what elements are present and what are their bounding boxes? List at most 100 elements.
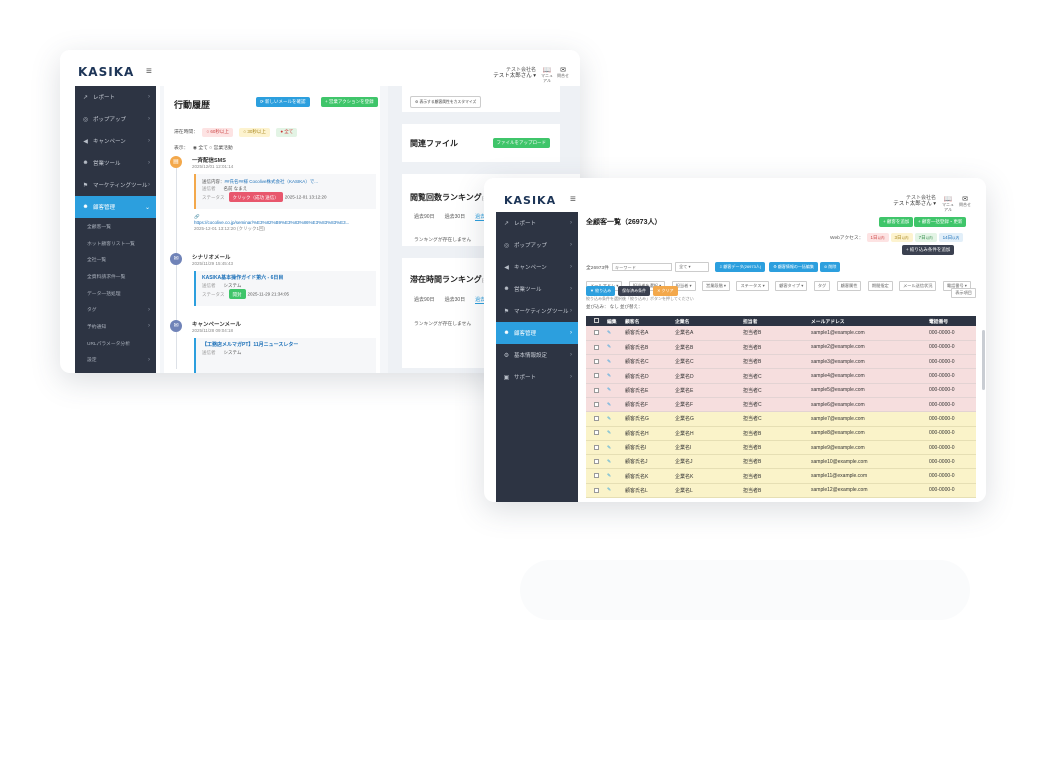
sidebar-sub-hot-list[interactable]: ホット顧客リスト一覧 xyxy=(75,235,156,252)
sidebar-item-popup[interactable]: ◎ ポップアップ › xyxy=(496,234,578,256)
sidebar-item-popup[interactable]: ◎ ポップアップ › xyxy=(75,108,156,130)
sidebar-item-marketing-tools[interactable]: ⚑ マーケティングツール › xyxy=(496,300,578,322)
delete-button[interactable]: ⊘ 削除 xyxy=(819,262,841,272)
add-customer-button[interactable]: + 顧客を追加 xyxy=(879,217,914,227)
user-menu[interactable]: テスト会社名 テスト太郎さん ▾ xyxy=(493,67,536,79)
export-customers-button[interactable]: ⇩ 顧客データ(26973人) xyxy=(714,262,766,272)
row-checkbox[interactable] xyxy=(594,358,599,364)
row-edit-cell[interactable]: ✎ xyxy=(604,354,622,370)
row-select-cell[interactable] xyxy=(586,340,604,356)
row-select-cell[interactable] xyxy=(586,326,604,341)
saved-conditions-button[interactable]: 保存済み条件 xyxy=(618,286,651,296)
mail-title[interactable]: KASIKA基本操作ガイド第六 - 6日目 xyxy=(202,275,370,282)
edit-icon[interactable]: ✎ xyxy=(607,387,611,393)
row-checkbox[interactable] xyxy=(594,344,599,350)
edit-icon[interactable]: ✎ xyxy=(607,430,611,436)
edit-icon[interactable]: ✎ xyxy=(607,416,611,422)
add-action-button[interactable]: + 営業アクションを登録 xyxy=(321,97,378,107)
sidebar-item-customer-management[interactable]: ☻ 顧客管理 › xyxy=(496,322,578,344)
select-all-column[interactable] xyxy=(586,316,604,326)
sidebar-sub-requests[interactable]: 全資料請求件一覧 xyxy=(75,268,156,285)
table-row[interactable]: ✎ 顧客氏名K 企業名K 担当者B sample11@example.com 000-00… xyxy=(586,468,976,484)
row-edit-cell[interactable]: ✎ xyxy=(604,426,622,441)
row-select-cell[interactable] xyxy=(586,354,604,370)
keyword-search-input[interactable] xyxy=(611,263,672,271)
table-row[interactable]: ✎ 顧客氏名L 企業名L 担当者B sample12@example.com 000-00… xyxy=(586,483,976,499)
sidebar-item-sales-tools[interactable]: ☻ 営業ツール › xyxy=(75,152,156,174)
tab-90-days[interactable]: 過去90日 xyxy=(414,213,435,221)
access-3day-chip[interactable]: 3日以内 xyxy=(890,233,913,242)
edit-icon[interactable]: ✎ xyxy=(607,473,611,479)
check-mail-button[interactable]: ⟳ 新しいメールを確認 xyxy=(256,97,310,107)
row-select-cell[interactable] xyxy=(586,468,604,484)
sidebar-sub-notifications[interactable]: 予約通知 › xyxy=(75,318,156,335)
table-row[interactable]: ✎ 顧客氏名E 企業名E 担当者C sample5@example.com 000-000… xyxy=(586,383,976,398)
customer-name-cell[interactable]: 顧客氏名B xyxy=(622,340,672,356)
sidebar-item-campaign[interactable]: ◀ キャンペーン › xyxy=(496,256,578,278)
sidebar-sub-all-customers[interactable]: 全顧客一覧 xyxy=(75,218,156,235)
column-company[interactable]: 企業名 xyxy=(672,316,740,326)
row-checkbox[interactable] xyxy=(594,487,599,493)
table-row[interactable]: ✎ 顧客氏名F 企業名F 担当者C sample6@example.com 000-000… xyxy=(586,397,976,413)
row-edit-cell[interactable]: ✎ xyxy=(604,483,622,499)
table-row[interactable]: ✎ 顧客氏名A 企業名A 担当者B sample1@example.com 000-000… xyxy=(586,326,976,341)
filter-stage[interactable]: 営業段階 ▾ xyxy=(702,281,731,291)
column-rep[interactable]: 担当者 xyxy=(740,316,808,326)
row-edit-cell[interactable]: ✎ xyxy=(604,454,622,470)
row-edit-cell[interactable]: ✎ xyxy=(604,440,622,456)
customer-name-cell[interactable]: 顧客氏名E xyxy=(622,383,672,398)
table-row[interactable]: ✎ 顧客氏名G 企業名G 担当者C sample7@example.com 000-000… xyxy=(586,411,976,427)
customer-name-cell[interactable]: 顧客氏名G xyxy=(622,411,672,427)
bulk-register-button[interactable]: + 顧客一括登録・更新 xyxy=(914,217,967,227)
sidebar-sub-companies[interactable]: 全社一覧 xyxy=(75,251,156,268)
menu-toggle-icon[interactable]: ≡ xyxy=(570,194,576,205)
row-edit-cell[interactable]: ✎ xyxy=(604,340,622,356)
tab-30-days[interactable]: 過去30日 xyxy=(445,213,466,221)
sidebar-item-report[interactable]: ↗ レポート › xyxy=(496,212,578,234)
filter-all-chip[interactable]: ● 全て xyxy=(276,127,298,137)
row-edit-cell[interactable]: ✎ xyxy=(604,397,622,413)
menu-toggle-icon[interactable]: ≡ xyxy=(146,66,152,77)
select-all-checkbox[interactable] xyxy=(594,318,599,324)
table-row[interactable]: ✎ 顧客氏名B 企業名B 担当者B sample2@example.com 000-000… xyxy=(586,340,976,356)
add-filter-condition-button[interactable]: + 絞り込み条件を追加 xyxy=(902,245,955,255)
edit-icon[interactable]: ✎ xyxy=(607,330,611,336)
access-14day-chip[interactable]: 14日以内 xyxy=(938,233,964,242)
row-checkbox[interactable] xyxy=(594,330,599,336)
edit-icon[interactable]: ✎ xyxy=(607,373,611,379)
row-checkbox[interactable] xyxy=(594,473,599,479)
filter-status[interactable]: ステータス ▾ xyxy=(736,281,769,291)
manual-link[interactable]: 📖 マニュアル xyxy=(540,67,554,83)
user-menu[interactable]: テスト会社名 テスト太郎さん ▾ xyxy=(893,195,936,207)
table-row[interactable]: ✎ 顧客氏名J 企業名J 担当者B sample10@example.com 000-00… xyxy=(586,454,976,470)
kasika-logo[interactable]: KASIKA xyxy=(504,194,556,207)
customer-name-cell[interactable]: 顧客氏名K xyxy=(622,468,672,484)
sidebar-sub-tags[interactable]: タグ › xyxy=(75,301,156,318)
sidebar-sub-settings[interactable]: 設定 › xyxy=(75,352,156,369)
edit-icon[interactable]: ✎ xyxy=(607,402,611,408)
row-checkbox[interactable] xyxy=(594,387,599,393)
row-select-cell[interactable] xyxy=(586,454,604,470)
edit-icon[interactable]: ✎ xyxy=(607,487,611,493)
sidebar-item-basic-settings[interactable]: ⚙ 基本情報設定 › xyxy=(496,344,578,366)
row-edit-cell[interactable]: ✎ xyxy=(604,383,622,398)
display-options-radio[interactable]: ◉ 全て ○ 営業活動 xyxy=(193,146,233,151)
edit-icon[interactable]: ✎ xyxy=(607,459,611,465)
column-email[interactable]: メールアドレス xyxy=(808,316,926,326)
filter-mail-status[interactable]: メール送信状況 xyxy=(899,281,937,291)
bulk-edit-button[interactable]: ⚙ 顧客情報の一括編集 xyxy=(769,262,818,272)
row-select-cell[interactable] xyxy=(586,440,604,456)
scope-select[interactable]: 全て ▾ xyxy=(674,262,709,272)
customize-attributes-button[interactable]: ⚙ 表示する顧客属性をカスタマイズ xyxy=(410,96,482,108)
edit-icon[interactable]: ✎ xyxy=(607,445,611,451)
row-select-cell[interactable] xyxy=(586,426,604,441)
filter-customer-type[interactable]: 顧客タイプ ▾ xyxy=(775,281,808,291)
sidebar-item-campaign[interactable]: ◀ キャンペーン › xyxy=(75,130,156,152)
access-1day-chip[interactable]: 1日以内 xyxy=(866,233,889,242)
row-checkbox[interactable] xyxy=(594,444,599,450)
sidebar-sub-bulk-data[interactable]: データ一括処理 xyxy=(75,285,156,302)
customer-name-cell[interactable]: 顧客氏名D xyxy=(622,368,672,384)
apply-filter-button[interactable]: ▼ 絞り込み xyxy=(586,286,616,296)
edit-icon[interactable]: ✎ xyxy=(607,359,611,365)
filter-period[interactable]: 期間指定 xyxy=(867,281,893,291)
